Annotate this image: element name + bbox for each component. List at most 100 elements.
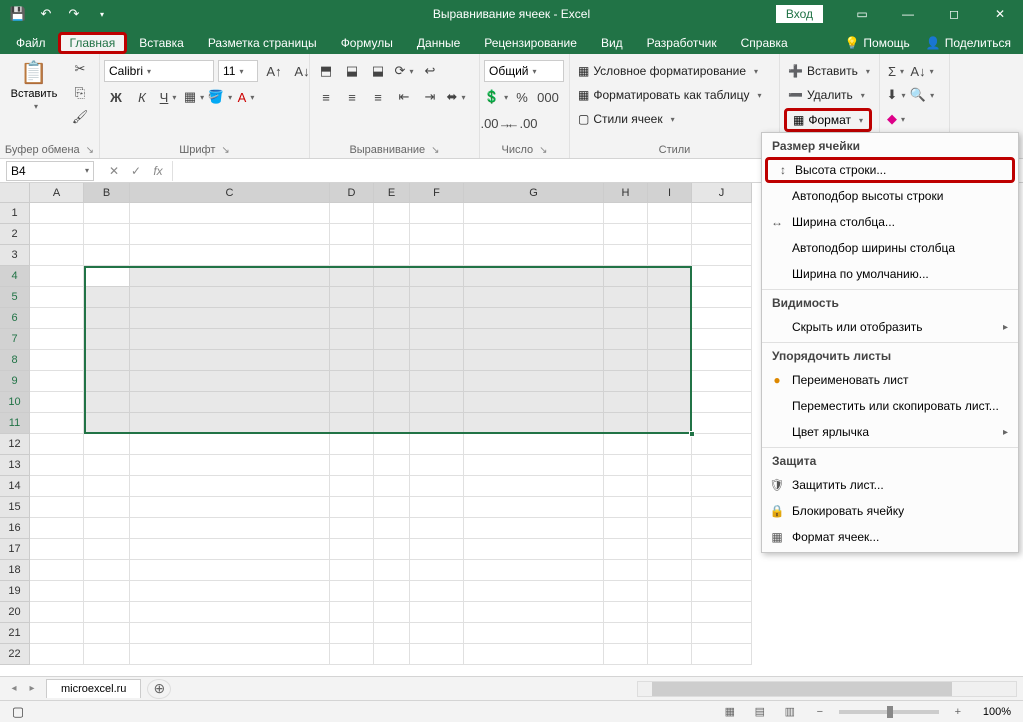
cell[interactable] <box>374 581 410 602</box>
row-header[interactable]: 15 <box>0 497 30 518</box>
menu-format-cells[interactable]: ▦Формат ячеек... <box>762 524 1018 550</box>
menu-autofit-row[interactable]: Автоподбор высоты строки <box>762 183 1018 209</box>
cell[interactable] <box>330 224 374 245</box>
tab-home[interactable]: Главная <box>58 32 128 54</box>
cell[interactable] <box>692 224 752 245</box>
cell[interactable] <box>464 518 604 539</box>
cell[interactable] <box>604 602 648 623</box>
cell[interactable] <box>604 266 648 287</box>
cell[interactable] <box>330 245 374 266</box>
menu-autofit-column[interactable]: Автоподбор ширины столбца <box>762 235 1018 261</box>
cell[interactable] <box>84 476 130 497</box>
cell[interactable] <box>604 329 648 350</box>
cell[interactable] <box>30 308 84 329</box>
paste-button[interactable]: 📋 Вставить ▾ <box>4 56 64 115</box>
cell[interactable] <box>130 371 330 392</box>
cell[interactable] <box>692 266 752 287</box>
cell[interactable] <box>84 308 130 329</box>
zoom-in-icon[interactable]: + <box>947 703 969 721</box>
cell[interactable] <box>30 245 84 266</box>
cell[interactable] <box>84 623 130 644</box>
cell[interactable] <box>374 476 410 497</box>
row-header[interactable]: 16 <box>0 518 30 539</box>
undo-icon[interactable]: ↶ <box>34 2 58 26</box>
cell[interactable] <box>84 518 130 539</box>
cell[interactable] <box>84 329 130 350</box>
cell[interactable] <box>84 350 130 371</box>
cell[interactable] <box>330 203 374 224</box>
close-icon[interactable]: ✕ <box>977 0 1023 28</box>
cell[interactable] <box>648 434 692 455</box>
tab-page-layout[interactable]: Разметка страницы <box>196 32 329 54</box>
cell[interactable] <box>30 581 84 602</box>
delete-cells-button[interactable]: ➖Удалить▾ <box>784 84 869 106</box>
copy-icon[interactable]: ⎘ <box>68 82 92 104</box>
tab-file[interactable]: Файл <box>4 32 58 54</box>
fill-handle[interactable] <box>689 431 695 437</box>
cell[interactable] <box>374 308 410 329</box>
align-top-icon[interactable]: ⬒ <box>314 60 338 82</box>
tab-help[interactable]: Справка <box>729 32 800 54</box>
page-layout-view-icon[interactable]: ▤ <box>749 703 771 721</box>
cell[interactable] <box>692 560 752 581</box>
cell[interactable] <box>374 434 410 455</box>
borders-icon[interactable]: ▦▾ <box>182 86 206 108</box>
cell[interactable] <box>464 602 604 623</box>
cell[interactable] <box>374 287 410 308</box>
cell[interactable] <box>604 224 648 245</box>
comma-icon[interactable]: 000 <box>536 86 560 108</box>
cell[interactable] <box>464 350 604 371</box>
cell[interactable] <box>604 413 648 434</box>
cell[interactable] <box>374 518 410 539</box>
insert-cells-button[interactable]: ➕Вставить▾ <box>784 60 874 82</box>
cell[interactable] <box>692 623 752 644</box>
fill-color-icon[interactable]: 🪣▾ <box>208 86 232 108</box>
autosum-icon[interactable]: Σ▾ <box>884 60 908 82</box>
cell[interactable] <box>464 203 604 224</box>
orientation-icon[interactable]: ⟳▾ <box>392 60 416 82</box>
cell[interactable] <box>130 581 330 602</box>
cell[interactable] <box>648 560 692 581</box>
cell[interactable] <box>648 308 692 329</box>
cell[interactable] <box>374 644 410 665</box>
format-painter-icon[interactable]: 🖌 <box>68 106 92 128</box>
cell[interactable] <box>84 245 130 266</box>
cell[interactable] <box>330 602 374 623</box>
cell[interactable] <box>464 287 604 308</box>
cell[interactable] <box>30 455 84 476</box>
align-center-icon[interactable]: ≡ <box>340 86 364 108</box>
horizontal-scrollbar[interactable] <box>637 681 1017 697</box>
row-header[interactable]: 8 <box>0 350 30 371</box>
cell[interactable] <box>464 644 604 665</box>
row-header[interactable]: 7 <box>0 329 30 350</box>
zoom-level[interactable]: 100% <box>977 706 1017 718</box>
cell[interactable] <box>374 413 410 434</box>
cell[interactable] <box>30 287 84 308</box>
cell[interactable] <box>374 455 410 476</box>
tab-review[interactable]: Рецензирование <box>472 32 589 54</box>
cell[interactable] <box>374 602 410 623</box>
menu-hide-unhide[interactable]: Скрыть или отобразить▸ <box>762 314 1018 340</box>
cell[interactable] <box>648 539 692 560</box>
cell[interactable] <box>692 245 752 266</box>
cell[interactable] <box>374 392 410 413</box>
cell[interactable] <box>410 371 464 392</box>
column-header[interactable]: J <box>692 183 752 203</box>
tab-insert[interactable]: Вставка <box>127 32 196 54</box>
cell[interactable] <box>604 350 648 371</box>
menu-row-height[interactable]: ↕Высота строки... <box>765 157 1015 183</box>
qat-customize-icon[interactable]: ▾ <box>90 2 114 26</box>
redo-icon[interactable]: ↷ <box>62 2 86 26</box>
cell[interactable] <box>648 392 692 413</box>
cell[interactable] <box>84 539 130 560</box>
cell[interactable] <box>692 308 752 329</box>
cell[interactable] <box>374 203 410 224</box>
cell[interactable] <box>604 203 648 224</box>
cell[interactable] <box>692 329 752 350</box>
tab-data[interactable]: Данные <box>405 32 472 54</box>
cell[interactable] <box>130 518 330 539</box>
cell[interactable] <box>130 644 330 665</box>
cell[interactable] <box>692 287 752 308</box>
cell[interactable] <box>464 308 604 329</box>
zoom-out-icon[interactable]: − <box>809 703 831 721</box>
